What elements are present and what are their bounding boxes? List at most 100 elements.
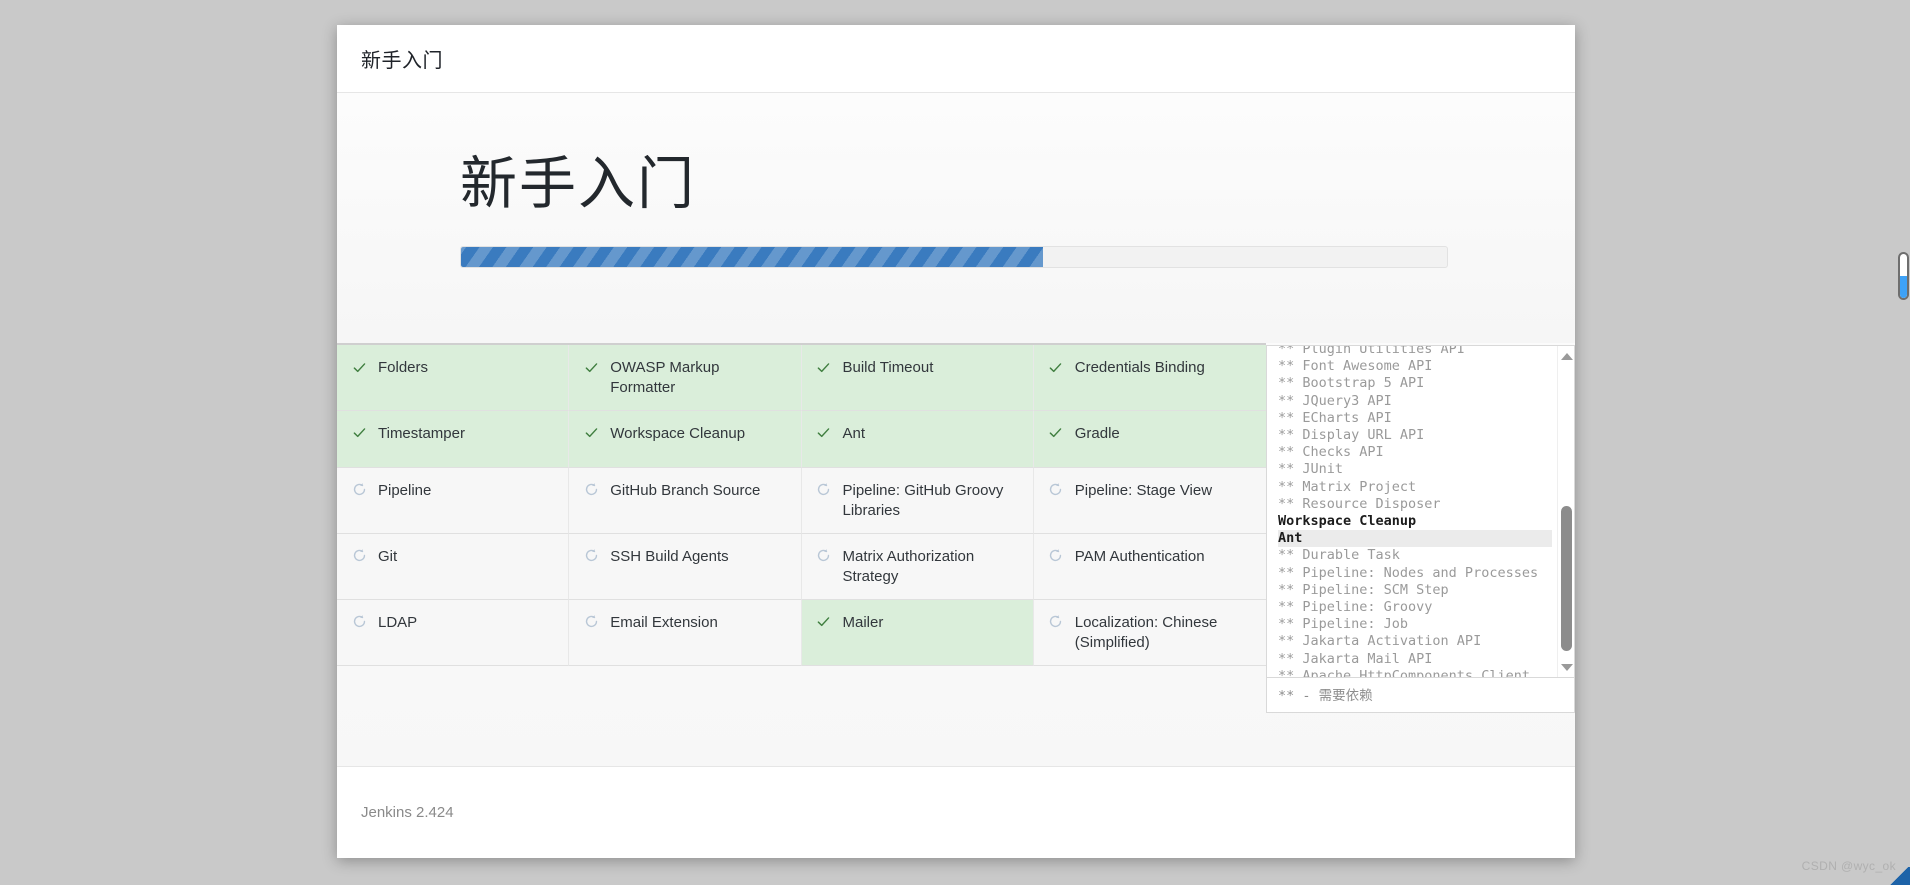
spinner-icon — [351, 481, 367, 499]
install-log-line: ** Pipeline: Nodes and Processes — [1278, 564, 1539, 581]
wizard-footer: Jenkins 2.424 — [337, 766, 1575, 858]
install-log-panel: ** Plugin Utilities API ** Font Awesome A… — [1266, 345, 1575, 713]
install-log-line: ** Bootstrap 5 API — [1278, 375, 1425, 392]
install-log-line: ** Pipeline: Groovy — [1278, 599, 1433, 616]
plugin-name: Mailer — [842, 613, 884, 631]
page-title: 新手入门 — [361, 50, 443, 72]
install-log-line: ** Font Awesome API — [1278, 358, 1433, 375]
install-area: Folders OWASP Markup Formatter Build Timeo… — [337, 343, 1575, 766]
plugin-name: Folders — [378, 359, 429, 376]
install-log-scrollbar[interactable] — [1557, 346, 1574, 677]
plugin-cell: PAM Authentication — [1033, 533, 1266, 600]
scrollbar-thumb[interactable] — [1561, 506, 1572, 651]
plugin-name: Email Extension — [610, 613, 718, 631]
check-icon — [1048, 358, 1064, 376]
plugin-name: SSH Build Agents — [610, 547, 729, 565]
spinner-icon — [583, 481, 599, 499]
plugin-name: Build Timeout — [842, 359, 934, 376]
wizard-header: 新手入门 — [337, 25, 1575, 93]
install-log-line: ** Apache HttpComponents Client 4.x API — [1278, 667, 1530, 677]
spinner-icon — [351, 547, 367, 565]
spinner-icon — [816, 547, 832, 565]
install-progress-bar — [460, 245, 1448, 268]
check-icon — [816, 358, 832, 376]
plugin-name: Pipeline: Stage View — [1074, 481, 1213, 499]
plugin-cell: Gradle — [1033, 410, 1266, 468]
scroll-down-arrow-icon[interactable] — [1560, 661, 1573, 674]
check-icon — [351, 424, 367, 442]
spinner-icon — [1048, 613, 1064, 631]
install-log-line: ** Resource Disposer — [1278, 495, 1441, 512]
plugin-name: OWASP Markup Formatter — [610, 359, 720, 396]
check-icon — [583, 358, 599, 376]
install-log-line: ** Display URL API — [1278, 427, 1425, 444]
plugin-cell: Pipeline: GitHub Groovy Libraries — [801, 467, 1034, 534]
watermark: CSDN @wyc_ok — [1801, 859, 1896, 873]
plugin-cell: Mailer — [801, 599, 1034, 666]
check-icon — [583, 424, 599, 442]
install-log-line: ** Pipeline: Job — [1278, 616, 1409, 633]
page-scrollbar-thumb[interactable] — [1898, 252, 1909, 300]
plugin-name: Workspace Cleanup — [610, 424, 746, 442]
plugin-cell: OWASP Markup Formatter — [569, 345, 802, 411]
spinner-icon — [583, 613, 599, 631]
plugin-cell: Email Extension — [569, 599, 802, 666]
plugin-cell: Workspace Cleanup — [569, 410, 802, 468]
spinner-icon — [583, 547, 599, 565]
plugin-name: LDAP — [378, 613, 418, 631]
plugin-cell: GitHub Branch Source — [569, 467, 802, 534]
plugin-name: Gradle — [1074, 424, 1120, 442]
spinner-icon — [1048, 481, 1064, 499]
install-log-line: Workspace Cleanup — [1278, 513, 1417, 530]
hero-section: 新手入门 — [337, 93, 1575, 343]
install-log-line: ** Durable Task — [1278, 547, 1400, 564]
hero-title: 新手入门 — [460, 152, 696, 216]
plugin-name: Pipeline: GitHub Groovy Libraries — [842, 481, 1004, 519]
plugin-cell: Pipeline: Stage View — [1033, 467, 1266, 534]
plugin-name: Localization: Chinese (Simplified) — [1074, 613, 1218, 651]
plugin-name: Git — [378, 547, 398, 565]
install-log-scroll-region[interactable]: ** Plugin Utilities API ** Font Awesome A… — [1267, 346, 1574, 677]
check-icon — [351, 358, 367, 376]
plugin-cell: Git — [337, 533, 570, 600]
plugin-name: GitHub Branch Source — [610, 481, 761, 499]
plugin-name: PAM Authentication — [1074, 547, 1205, 565]
plugin-status-grid: Folders OWASP Markup Formatter Build Timeo… — [337, 343, 1266, 666]
plugin-name: Credentials Binding — [1074, 359, 1205, 376]
install-log-line: ** Plugin Utilities API — [1278, 346, 1465, 357]
plugin-cell: Build Timeout — [801, 345, 1034, 411]
corner-decoration — [1884, 867, 1910, 885]
install-log-line: ** Jakarta Mail API — [1278, 650, 1433, 667]
plugin-cell: Localization: Chinese (Simplified) — [1033, 599, 1266, 666]
plugin-name: Ant — [842, 424, 866, 442]
plugin-cell: Credentials Binding — [1033, 345, 1266, 411]
install-log-line: ** Checks API — [1278, 444, 1384, 461]
plugin-cell: Pipeline — [337, 467, 570, 534]
setup-wizard-panel: 新手入门 新手入门 Folders OWASP Markup Formatter B… — [337, 25, 1575, 858]
plugin-cell: Ant — [801, 410, 1034, 468]
plugin-cell: Matrix Authorization Strategy — [801, 533, 1034, 600]
install-log-line: ** ECharts API — [1278, 409, 1392, 426]
plugin-name: Matrix Authorization Strategy — [842, 547, 975, 585]
scroll-up-arrow-icon[interactable] — [1560, 350, 1573, 363]
check-icon — [816, 613, 832, 631]
jenkins-version-label: Jenkins 2.424 — [361, 804, 454, 821]
install-log-line: ** JQuery3 API — [1278, 392, 1392, 409]
wizard-body: 新手入门 Folders OWASP Markup Formatter Build … — [337, 93, 1575, 766]
install-log-list: ** Plugin Utilities API ** Font Awesome A… — [1267, 346, 1574, 677]
check-icon — [1048, 424, 1064, 442]
screen: 新手入门 新手入门 Folders OWASP Markup Formatter B… — [0, 0, 1910, 885]
plugin-name: Timestamper — [378, 424, 465, 442]
install-log-line: Ant — [1278, 530, 1552, 548]
dependency-legend: ** - 需要依赖 — [1267, 677, 1574, 712]
plugin-name: Pipeline — [378, 481, 432, 499]
spinner-icon — [816, 481, 832, 499]
install-progress-fill — [461, 246, 1043, 267]
plugin-cell: LDAP — [337, 599, 570, 666]
plugin-cell: Folders — [337, 345, 570, 411]
install-log-line: ** Jakarta Activation API — [1278, 633, 1482, 650]
plugin-cell: Timestamper — [337, 410, 570, 468]
install-log-line: ** Pipeline: SCM Step — [1278, 581, 1449, 598]
spinner-icon — [1048, 547, 1064, 565]
plugin-cell: SSH Build Agents — [569, 533, 802, 600]
